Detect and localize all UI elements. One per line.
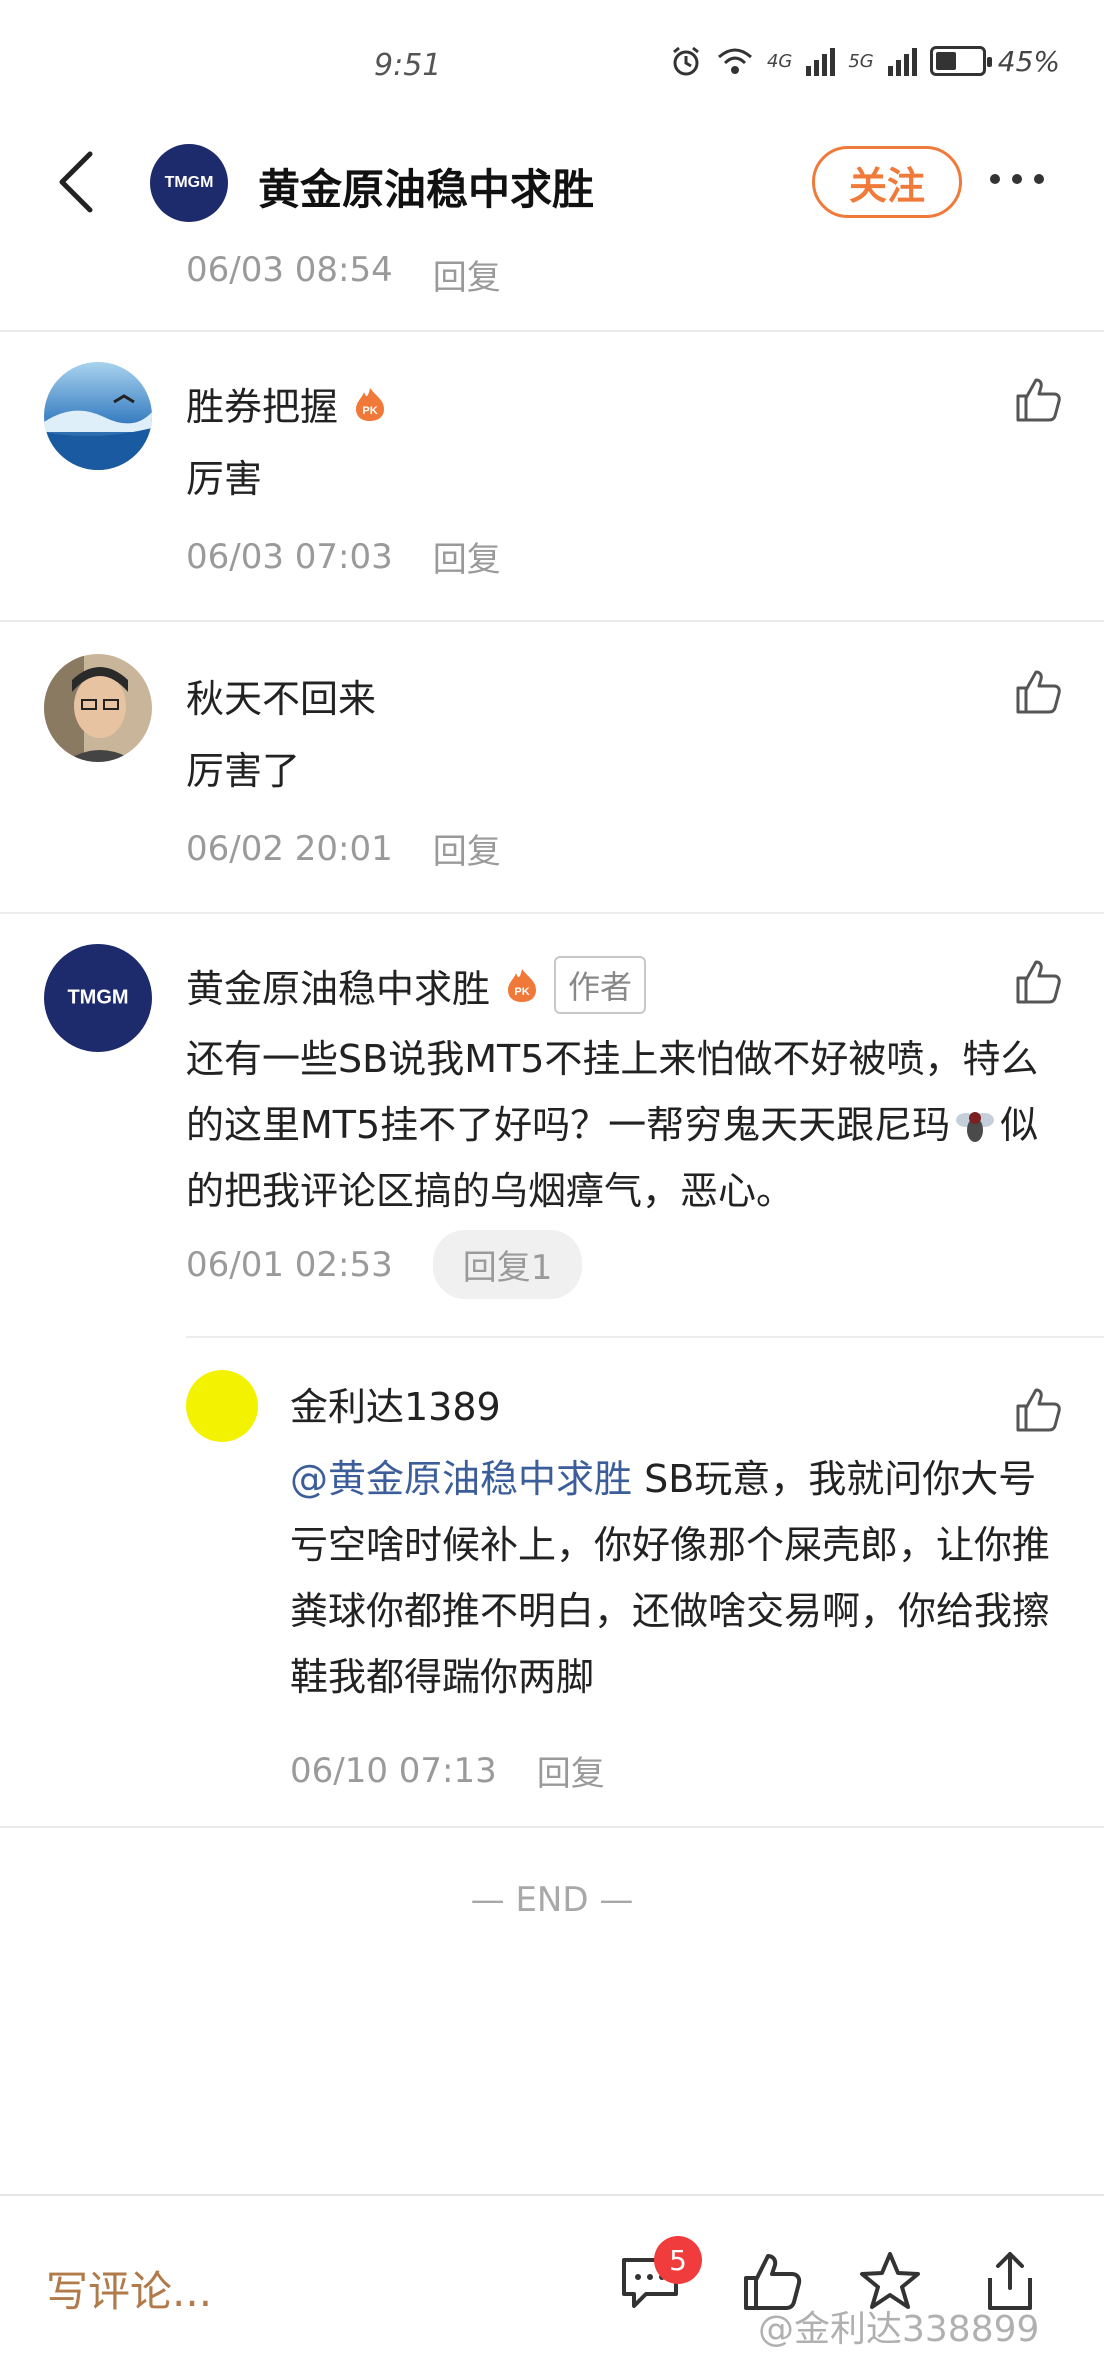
- comment-text: 厉害: [186, 457, 263, 501]
- comment-count-badge: 5: [654, 2236, 702, 2284]
- comment-author[interactable]: 秋天不回来: [186, 668, 376, 723]
- svg-text:PK: PK: [362, 405, 377, 417]
- reply-item: 金利达1389 @黄金原油稳中求胜 SB玩意，我就问你大号亏空啥时候补上，你好像…: [0, 1366, 1104, 1794]
- divider: [0, 912, 1104, 914]
- tmgm-logo: TMGM: [67, 986, 129, 1009]
- thumbs-up-icon[interactable]: [1012, 956, 1064, 1008]
- avatar[interactable]: [186, 1370, 258, 1442]
- comment-item: TMGM 黄金原油稳中求胜 PK 作者 还有一些SB说我MT5不挂上来怕做不好被…: [0, 944, 1104, 1334]
- tmgm-logo: TMGM: [164, 174, 214, 191]
- comment-text: 还有一些SB说我MT5不挂上来怕做不好被喷，特么的这里MT5挂不了好吗？一帮穷鬼…: [186, 1026, 1064, 1224]
- author-name[interactable]: 秋天不回来: [186, 668, 376, 723]
- comment-time: 06/03 07:03: [186, 536, 393, 577]
- back-arrow-icon: [59, 151, 93, 213]
- back-button[interactable]: [48, 142, 108, 222]
- author-name[interactable]: 金利达1389: [290, 1376, 501, 1431]
- network-4g-label: 4G: [766, 50, 793, 72]
- more-options-button[interactable]: [990, 164, 1060, 194]
- end-marker: — END —: [470, 1880, 634, 1920]
- reply-button[interactable]: 回复: [433, 532, 501, 581]
- fire-pk-icon: PK: [356, 387, 385, 421]
- author-name[interactable]: 黄金原油稳中求胜: [186, 958, 490, 1013]
- comment-item: 秋天不回来 厉害了 06/02 20:01 回复: [0, 654, 1104, 910]
- write-comment-input[interactable]: 写评论...: [46, 2258, 212, 2319]
- fly-emoji-icon: [956, 1112, 995, 1142]
- reply-button[interactable]: 回复: [537, 1746, 605, 1795]
- dot-icon: [1012, 174, 1022, 184]
- comment-author[interactable]: 金利达1389: [290, 1376, 501, 1431]
- alarm-icon: [673, 46, 699, 76]
- comment-author[interactable]: 黄金原油稳中求胜 PK 作者: [186, 956, 647, 1014]
- comment-time: 06/03 08:54: [186, 250, 393, 290]
- thumbs-up-icon[interactable]: [1012, 1384, 1064, 1436]
- status-indicators: 4G 5G 45%: [669, 44, 1060, 78]
- divider: [0, 620, 1104, 622]
- reply-text: @黄金原油稳中求胜 SB玩意，我就问你大号亏空啥时候补上，你好像那个屎壳郎，让你…: [290, 1446, 1064, 1710]
- comment-time: 06/02 20:01: [186, 828, 393, 869]
- comment-text-part: 还有一些SB说我MT5不挂上来怕做不好被喷，特么的这里MT5挂不了好吗？一帮穷鬼…: [186, 1037, 1039, 1147]
- status-bar: 9:51 4G 5G 45%: [0, 0, 1104, 120]
- author-tag: 作者: [554, 956, 647, 1014]
- mention-link[interactable]: @黄金原油稳中求胜: [290, 1457, 632, 1501]
- avatar[interactable]: [44, 654, 152, 762]
- signal-icon: [806, 48, 836, 76]
- comment-item: 胜券把握 PK 厉害 06/03 07:03 回复: [0, 362, 1104, 618]
- divider: [0, 1826, 1104, 1828]
- header: TMGM 黄金原油稳中求胜 关注: [0, 120, 1104, 244]
- battery-icon: [929, 46, 992, 76]
- reply-button[interactable]: 回复: [433, 250, 501, 299]
- bottom-action-bar: 写评论... 5 @金利达338899: [0, 2194, 1104, 2376]
- author-name[interactable]: 胜券把握: [186, 376, 338, 431]
- watermark: @金利达338899: [758, 2309, 1040, 2350]
- svg-text:PK: PK: [514, 986, 529, 998]
- divider: [186, 1336, 1104, 1338]
- avatar[interactable]: [44, 362, 152, 470]
- dot-icon: [1034, 174, 1044, 184]
- follow-button[interactable]: 关注: [812, 146, 962, 218]
- thumbs-up-icon[interactable]: [1012, 666, 1064, 718]
- dot-icon: [990, 174, 1000, 184]
- reply-count-button[interactable]: 回复1: [432, 1230, 583, 1299]
- comment-author[interactable]: 胜券把握 PK: [186, 376, 386, 431]
- signal-icon-2: [887, 48, 917, 76]
- reply-button[interactable]: 回复: [433, 824, 501, 873]
- page-title: 黄金原油稳中求胜: [258, 165, 595, 214]
- thumbs-up-icon[interactable]: [1012, 374, 1064, 426]
- network-5g-label: 5G: [848, 50, 874, 72]
- avatar[interactable]: TMGM: [44, 944, 152, 1052]
- partial-comment-meta: 06/03 08:54 回复: [0, 244, 1104, 332]
- divider: [0, 330, 1104, 332]
- battery-percent: 45%: [997, 44, 1060, 78]
- fire-pk-icon: PK: [508, 969, 537, 1002]
- comment-text: 厉害了: [186, 749, 301, 793]
- wifi-icon: [717, 48, 752, 74]
- status-time: 9:51: [374, 48, 442, 83]
- comment-time: 06/01 02:53: [186, 1244, 393, 1285]
- comment-time: 06/10 07:13: [290, 1750, 497, 1791]
- header-avatar[interactable]: TMGM: [150, 144, 228, 222]
